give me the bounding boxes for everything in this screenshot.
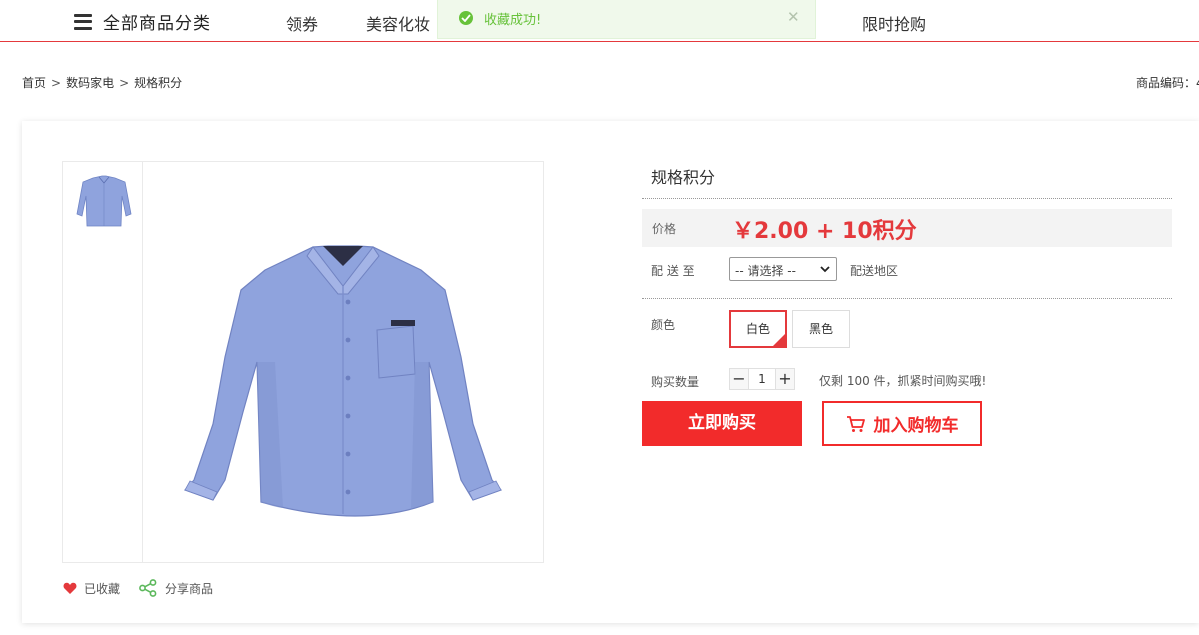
menu-icon	[74, 13, 92, 30]
close-icon[interactable]: ✕	[787, 8, 800, 26]
breadcrumb: 首页 > 数码家电 > 规格积分	[22, 74, 182, 91]
product-code: 商品编码：4	[1136, 76, 1199, 90]
color-option-label: 白色	[745, 322, 770, 336]
delivery-select-value: -- 请选择 --	[735, 264, 796, 278]
all-categories-label: 全部商品分类	[103, 14, 211, 34]
color-option-white[interactable]: 白色	[729, 310, 787, 348]
delivery-region: 配送地区	[850, 264, 899, 278]
favorited-label: 已收藏	[84, 582, 121, 596]
share-button[interactable]: 分享商品	[139, 579, 213, 597]
price-label: 价格	[652, 222, 677, 236]
breadcrumb-separator: >	[51, 76, 62, 90]
nav-link-beauty[interactable]: 美容化妆	[366, 11, 430, 35]
price-box: 价格 ￥2.00 + 10积分	[642, 209, 1172, 247]
breadcrumb-separator: >	[119, 76, 130, 90]
chevron-down-icon	[820, 266, 830, 273]
decrease-button[interactable]: −	[729, 368, 749, 390]
divider	[642, 298, 1172, 299]
all-categories-menu[interactable]: 全部商品分类	[74, 9, 211, 34]
product-main-image	[183, 245, 503, 517]
buy-now-button[interactable]: 立即购买	[642, 401, 802, 446]
color-label: 颜色	[651, 318, 676, 332]
divider	[642, 198, 1172, 199]
product-thumbnail[interactable]	[69, 174, 139, 236]
breadcrumb-current[interactable]: 规格积分	[134, 76, 182, 90]
increase-button[interactable]: +	[775, 368, 795, 390]
quantity-input[interactable]: 1	[749, 368, 775, 390]
share-label: 分享商品	[165, 581, 214, 596]
check-circle-icon	[459, 11, 473, 25]
toast-message: 收藏成功!	[484, 13, 542, 28]
price-value: ￥2.00 + 10积分	[732, 219, 917, 244]
success-toast: 收藏成功! ✕	[437, 0, 816, 39]
stock-note: 仅剩 100 件，抓紧时间购买哦!	[819, 374, 987, 388]
selected-corner-icon	[773, 334, 785, 346]
delivery-label: 配 送 至	[651, 264, 695, 278]
quantity-stepper: − 1 +	[729, 368, 795, 390]
product-title: 规格积分	[651, 168, 716, 187]
product-gallery	[62, 161, 544, 563]
heart-icon	[63, 582, 77, 594]
nav-link-flash-sale[interactable]: 限时抢购	[862, 11, 926, 35]
quantity-label: 购买数量	[651, 375, 700, 389]
color-option-label: 黑色	[808, 322, 833, 336]
delivery-select[interactable]: -- 请选择 --	[729, 257, 837, 281]
breadcrumb-home[interactable]: 首页	[22, 76, 46, 90]
add-to-cart-button[interactable]: 加入购物车	[822, 401, 982, 446]
share-icon	[139, 579, 157, 597]
add-to-cart-label: 加入购物车	[873, 416, 959, 436]
breadcrumb-category[interactable]: 数码家电	[66, 76, 114, 90]
favorite-toggle[interactable]: 已收藏	[63, 580, 120, 597]
nav-link-coupons[interactable]: 领券	[286, 11, 318, 35]
cart-icon	[846, 415, 865, 432]
thumbnail-column	[63, 162, 143, 562]
color-option-black[interactable]: 黑色	[792, 310, 850, 348]
